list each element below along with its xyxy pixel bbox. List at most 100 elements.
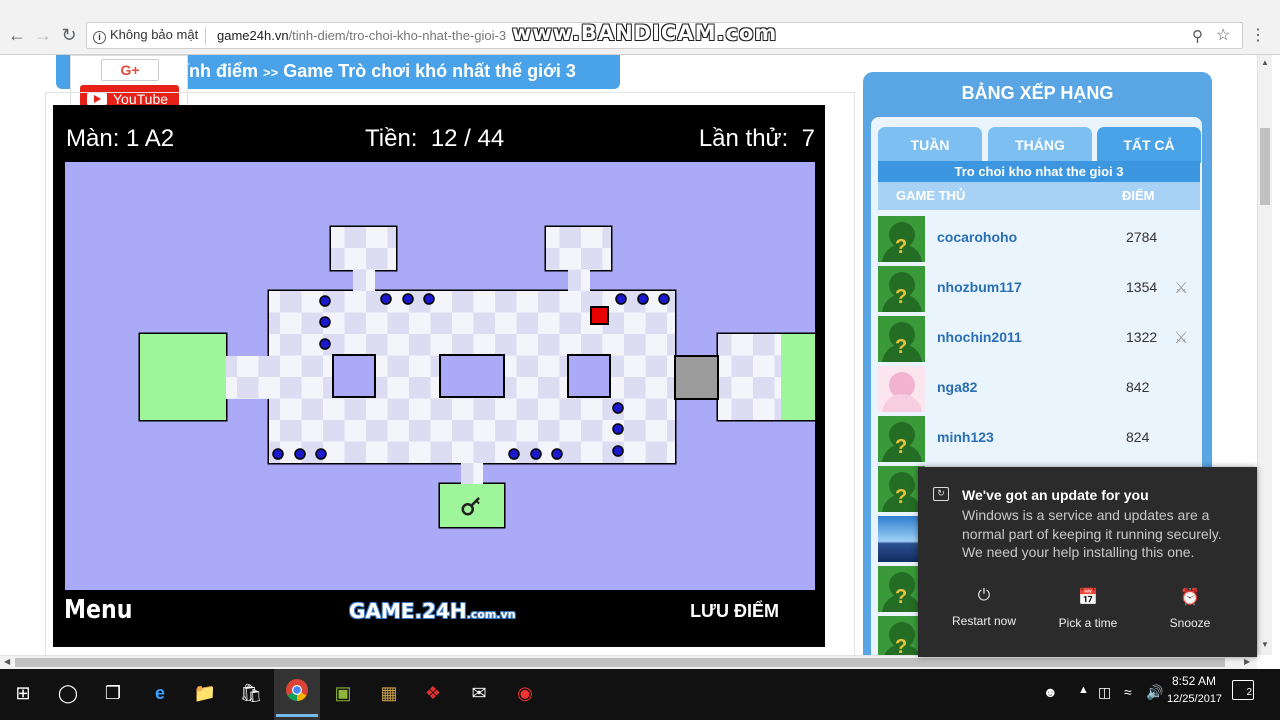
forward-icon[interactable]: → (32, 24, 54, 46)
chrome-icon[interactable] (276, 678, 318, 717)
player-name[interactable]: nga82 (937, 379, 977, 395)
volume-icon[interactable]: 🔊 (1146, 684, 1163, 701)
google-plus-button[interactable]: G+ (101, 59, 159, 81)
reload-icon[interactable]: ↻ (58, 24, 80, 46)
browser-menu-icon[interactable]: ⋮ (1250, 25, 1266, 45)
avatar[interactable]: ? (878, 266, 925, 312)
url-divider (205, 27, 206, 45)
game-board[interactable] (65, 162, 815, 590)
logo-main: GAME.24H (349, 599, 467, 623)
avatar[interactable]: ? (878, 416, 925, 462)
player-score: 842 (1126, 379, 1150, 395)
minecraft-icon[interactable]: ▦ (374, 678, 404, 708)
game-canvas[interactable]: Màn: 1 A2 Tiền: 12 / 44 Lần thử: 7 Menu … (53, 105, 825, 647)
leaderboard-row: nga82 842 (878, 364, 1200, 414)
avatar[interactable] (878, 366, 925, 412)
save-score-button[interactable]: LƯU ĐIỂM (690, 601, 779, 622)
info-icon: i (93, 31, 106, 44)
horizontal-scroll-thumb[interactable] (15, 658, 1225, 667)
tab-all[interactable]: TẤT CẢ (1097, 127, 1201, 163)
power-icon: ⏻ (977, 587, 991, 604)
start-zone (140, 334, 226, 420)
leaderboard-header: GAME THỦ ĐIỂM (878, 182, 1200, 210)
task-view-icon[interactable]: ❐ (98, 678, 128, 708)
player-score: 2784 (1126, 229, 1158, 245)
scroll-right-icon[interactable]: ▶ (1244, 657, 1250, 666)
scroll-up-icon[interactable]: ▲ (1261, 58, 1269, 67)
coin-counter: Tiền: 12 / 44 (365, 125, 504, 153)
search-icon[interactable]: ◯ (53, 678, 83, 708)
coin-value: 12 / 44 (430, 125, 505, 152)
restart-now-button[interactable]: ⏻ Restart now (934, 587, 1034, 628)
security-label: Không bảo mật (110, 27, 199, 42)
player-score: 824 (1126, 429, 1150, 445)
notification-body: Windows is a service and updates are a n… (962, 507, 1222, 560)
clock-date[interactable]: 12/25/2017 (1167, 693, 1222, 705)
player-score: 1322 (1126, 329, 1158, 345)
locked-gate (674, 355, 719, 400)
update-notification[interactable]: ↻ We've got an update for you Windows is… (918, 467, 1257, 657)
windows-taskbar: ⊞ ◯ ❐ e 📁 🛍 ▣ ▦ ❖ ✉ ◉ ☻ ▲ ◫ ≈ 🔊 8:52 AM … (0, 669, 1280, 720)
battery-icon[interactable]: ◫ (1098, 684, 1111, 701)
alarm-clock-icon: ⏰ (1180, 589, 1200, 606)
update-icon: ↻ (933, 487, 949, 501)
player-name[interactable]: minh123 (937, 429, 994, 445)
column-score: ĐIỂM (1122, 188, 1155, 203)
player-square (590, 306, 609, 325)
zoom-icon[interactable]: ⚲ (1192, 27, 1203, 45)
bandicam-record-icon[interactable]: ◉ (510, 678, 540, 708)
restart-now-label: Restart now (951, 614, 1017, 628)
snooze-label: Snooze (1169, 616, 1211, 630)
edge-icon[interactable]: e (145, 678, 175, 708)
windows-start-icon[interactable]: ⊞ (8, 678, 38, 708)
finish-zone (781, 334, 815, 420)
tab-week[interactable]: TUẦN (878, 127, 982, 163)
url-text[interactable]: game24h.vn/tinh-diem/tro-choi-kho-nhat-t… (217, 28, 506, 43)
scroll-left-icon[interactable]: ◀ (4, 657, 10, 666)
leaderboard-game-name: Tro choi kho nhat the gioi 3 (878, 161, 1200, 182)
logo-suffix: .com.vn (466, 608, 516, 621)
notification-title: We've got an update for you (962, 487, 1149, 503)
game-app-icon[interactable]: ▣ (328, 678, 358, 708)
game24h-logo: GAME.24H.com.vn (349, 599, 516, 623)
avatar[interactable]: ? (878, 216, 925, 262)
url-path: /tinh-diem/tro-choi-kho-nhat-the-gioi-3 (288, 28, 507, 43)
security-chip[interactable]: i Không bảo mật (93, 27, 198, 44)
vertical-scrollbar[interactable]: ▲ ▼ (1257, 55, 1272, 655)
bandicam-watermark: www.BANDICAM.com (512, 21, 778, 45)
file-explorer-icon[interactable]: 📁 (190, 678, 220, 708)
tab-month[interactable]: THÁNG (988, 127, 1092, 163)
leaderboard-row: ? nhochin2011 1322 ⚔ (878, 314, 1200, 364)
action-center-icon[interactable]: 2 (1232, 680, 1254, 700)
browser-toolbar: ← → ↻ i Không bảo mật game24h.vn/tinh-die… (0, 0, 1280, 55)
back-icon[interactable]: ← (6, 24, 28, 46)
store-icon[interactable]: 🛍 (236, 678, 266, 708)
swords-icon: ⚔ (1174, 280, 1189, 297)
scroll-down-icon[interactable]: ▼ (1261, 640, 1269, 649)
bookmark-star-icon[interactable]: ☆ (1216, 25, 1230, 45)
player-score: 1354 (1126, 279, 1158, 295)
player-name[interactable]: cocarohoho (937, 229, 1017, 245)
coin-label: Tiền: (365, 125, 418, 152)
horizontal-scrollbar[interactable]: ◀ ▶ (0, 655, 1257, 669)
player-name[interactable]: nhozbum117 (937, 279, 1022, 295)
pick-a-time-button[interactable]: 📅 Pick a time (1038, 587, 1138, 630)
mail-icon[interactable]: ✉ (464, 678, 494, 708)
chevron-up-icon[interactable]: ▲ (1078, 684, 1089, 696)
breadcrumb-item[interactable]: ính điểm (184, 61, 258, 81)
clock-time[interactable]: 8:52 AM (1172, 674, 1216, 688)
level-indicator: Màn: 1 A2 (66, 125, 175, 152)
leaderboard-row: ? minh123 824 (878, 414, 1200, 464)
tries-counter: Lần thử: 7 (699, 125, 815, 153)
menu-button[interactable]: Menu (64, 595, 132, 625)
people-icon[interactable]: ☻ (1043, 684, 1058, 700)
breadcrumb-text: ính điểm >> Game Trò chơi khó nhất thế g… (184, 61, 576, 82)
breadcrumb-separator: >> (263, 65, 279, 80)
avatar[interactable]: ? (878, 316, 925, 362)
snooze-button[interactable]: ⏰ Snooze (1140, 587, 1240, 630)
player-name[interactable]: nhochin2011 (937, 329, 1022, 345)
wifi-icon[interactable]: ≈ (1124, 684, 1132, 700)
vertical-scroll-thumb[interactable] (1260, 128, 1270, 205)
pick-a-time-label: Pick a time (1058, 616, 1118, 630)
garena-icon[interactable]: ❖ (418, 678, 448, 708)
